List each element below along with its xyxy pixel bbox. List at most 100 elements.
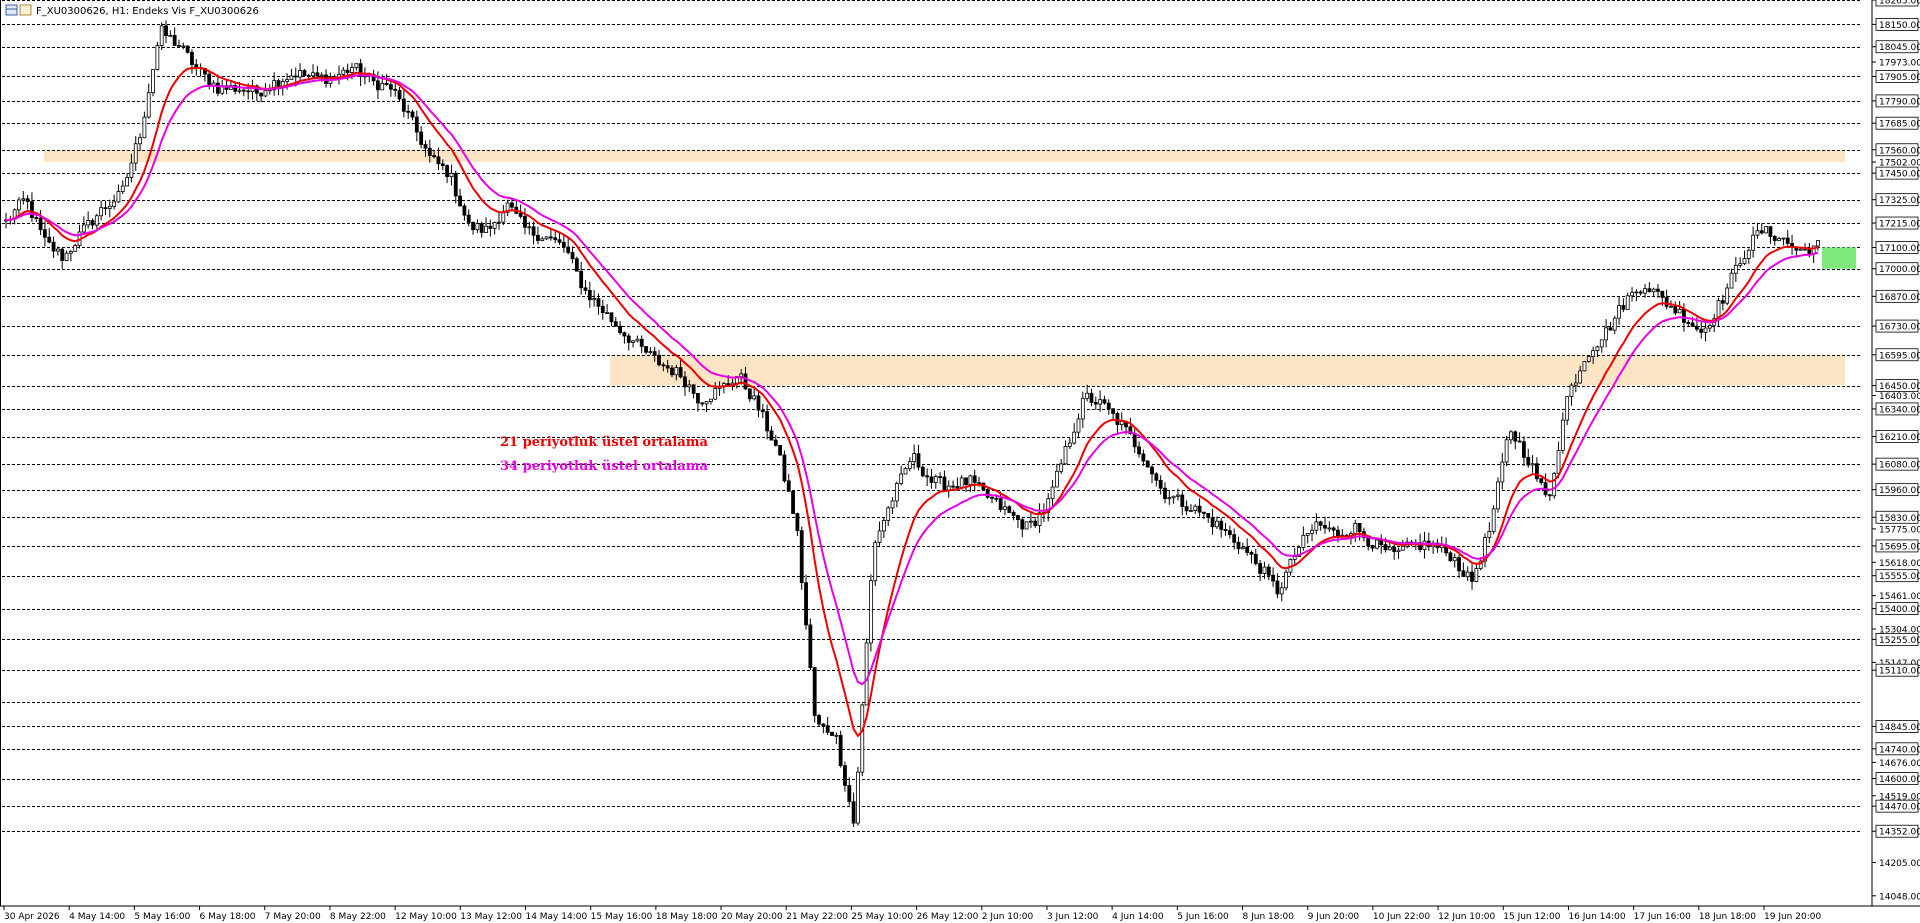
candle-bull (1374, 539, 1379, 549)
candle-bear (406, 110, 411, 113)
candle-bull (237, 89, 242, 92)
candle-bull (129, 162, 134, 178)
ylabel-17685: 17685.00 (1879, 120, 1920, 130)
candle-bull (1305, 533, 1310, 536)
candle-bull (752, 395, 757, 400)
candle-bull (497, 221, 501, 224)
candle-bear (760, 409, 765, 413)
ylabel-16340: 16340.00 (1879, 405, 1920, 415)
candle-bull (99, 207, 104, 217)
candle-bear (1699, 328, 1704, 333)
candle-bear (596, 298, 601, 307)
chart-settings-icon[interactable] (19, 4, 32, 16)
candle-bull (1054, 470, 1059, 488)
candle-bear (376, 80, 380, 91)
candle-bear (548, 236, 553, 239)
candle-bear (1323, 524, 1327, 529)
candle-bull (739, 373, 744, 377)
ylabel-15695: 15695.00 (1879, 542, 1920, 552)
candle-bull (94, 215, 99, 226)
candle-bull (1751, 234, 1756, 251)
xlabel-20: 9 Jun 20:00 (1308, 912, 1360, 922)
candle-bull (350, 67, 354, 73)
candle-bear (618, 325, 622, 334)
candle-bull (1617, 305, 1621, 319)
candle-bull (1003, 506, 1007, 510)
candle-bear (1772, 236, 1777, 241)
zone-1 (610, 354, 1845, 386)
candle-bull (86, 220, 91, 226)
ylabel-14845: 14845.00 (1879, 723, 1920, 733)
candle-bull (933, 476, 938, 483)
candle-bear (791, 490, 795, 514)
candle-bear (925, 475, 930, 478)
candle-bull (1643, 288, 1647, 294)
candle-bull (125, 177, 129, 187)
candle-bear (1656, 288, 1660, 292)
candle-bull (1214, 520, 1219, 528)
candle-bear (1768, 226, 1773, 237)
candle-bear (605, 312, 610, 315)
candle-bull (1509, 431, 1513, 441)
candle-bull (631, 340, 635, 343)
candle-bear (1392, 546, 1397, 553)
candle-bear (302, 70, 307, 76)
candle-bear (799, 530, 804, 584)
candle-bear (657, 354, 661, 366)
candle-bear (1522, 441, 1526, 458)
candle-bear (804, 582, 808, 626)
candle-bear (1223, 528, 1228, 532)
candle-bull (1474, 568, 1479, 582)
candle-bear (609, 312, 614, 323)
xlabel-5: 8 May 22:00 (330, 912, 386, 922)
candle-bull (1781, 237, 1786, 240)
ylabel-17560: 17560.00 (1879, 146, 1920, 156)
ylabel-15255: 15255.00 (1879, 636, 1920, 646)
candle-bull (354, 63, 359, 69)
candle-bull (21, 198, 26, 201)
candle-bear (1132, 433, 1137, 448)
candle-bull (1314, 521, 1319, 531)
xlabel-15: 2 Jun 10:00 (982, 912, 1034, 922)
zone-0 (44, 149, 1845, 163)
candle-bear (164, 25, 168, 37)
candle-bear (1383, 544, 1388, 551)
candle-bull (1578, 370, 1583, 384)
candle-bear (938, 476, 943, 478)
candle-bull (181, 45, 186, 48)
candle-bear (1370, 545, 1375, 549)
candle-bear (458, 195, 462, 207)
xlabel-14: 26 May 12:00 (917, 912, 979, 922)
candle-bear (795, 513, 800, 532)
candle-bull (886, 507, 891, 521)
candle-bull (1176, 494, 1180, 497)
ylabel-17000: 17000.00 (1879, 265, 1920, 275)
candle-bear (1102, 399, 1107, 404)
candle-bear (194, 64, 199, 68)
chart-window-icon[interactable] (5, 4, 18, 16)
candle-bull (1569, 384, 1574, 397)
candle-bull (1504, 439, 1509, 463)
xlabel-27: 19 Jun 20:00 (1764, 912, 1821, 922)
candle-bear (782, 454, 787, 482)
candle-bull (1487, 531, 1492, 539)
candle-bear (1115, 412, 1120, 425)
candle-bull (298, 70, 302, 78)
candle-bull (73, 245, 78, 252)
xlabel-16: 3 Jun 12:00 (1047, 912, 1099, 922)
candle-bear (259, 92, 264, 97)
candle-bull (903, 468, 908, 475)
candle-bull (1279, 587, 1284, 595)
candle-bear (1011, 512, 1016, 516)
candle-bear (25, 198, 30, 202)
xlabel-25: 17 Jun 16:00 (1634, 912, 1691, 922)
candle-bull (341, 69, 346, 75)
candle-bear (769, 430, 774, 441)
ylabel-15618: 15618.00 (1879, 559, 1920, 569)
candle-bear (622, 332, 627, 337)
candle-bear (293, 75, 298, 78)
candle-bear (453, 172, 458, 197)
candle-bull (1604, 327, 1608, 341)
candle-bull (155, 45, 160, 70)
candle-bear (466, 214, 471, 223)
